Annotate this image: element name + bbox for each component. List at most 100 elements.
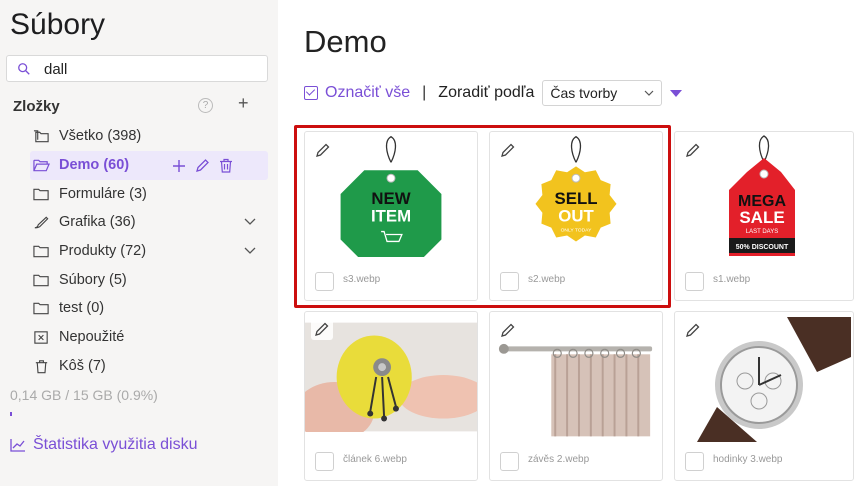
- folder-item-formulare[interactable]: Formuláre (3): [33, 182, 147, 206]
- folder-item-produkty[interactable]: Produkty (72): [33, 239, 146, 263]
- file-name: s1.webp: [713, 274, 751, 285]
- sidebar: Súbory Zložky ? + Všetko (398) Demo (60)…: [0, 0, 278, 486]
- help-icon[interactable]: ?: [198, 98, 213, 113]
- tag-text-1: NEW: [371, 189, 410, 208]
- folder-item-grafika[interactable]: Grafika (36): [33, 210, 136, 234]
- pencil-icon[interactable]: [500, 322, 516, 338]
- search-box[interactable]: [6, 55, 268, 82]
- pencil-icon[interactable]: [685, 322, 701, 338]
- folder-label: Kôš: [59, 358, 84, 374]
- file-thumbnail[interactable]: MEGA SALE LAST DAYS 50% DISCOUNT: [675, 132, 853, 257]
- file-select-checkbox[interactable]: [500, 452, 519, 471]
- file-card[interactable]: NEW ITEM s3.webp: [304, 131, 478, 301]
- file-thumbnail[interactable]: [675, 317, 853, 442]
- tag-text-3: ONLY TODAY: [561, 228, 593, 234]
- file-name: s3.webp: [343, 274, 381, 285]
- add-folder-button[interactable]: +: [238, 93, 249, 114]
- file-card[interactable]: MEGA SALE LAST DAYS 50% DISCOUNT s1.webp: [674, 131, 854, 301]
- file-card[interactable]: hodinky 3.webp: [674, 311, 854, 481]
- chart-line-icon: [10, 439, 25, 452]
- storage-usage-bar: [10, 412, 268, 416]
- tag-text-1: SELL: [555, 189, 598, 208]
- folder-label: Demo: [59, 157, 100, 173]
- folder-item-nepouzite[interactable]: Nepoužité: [33, 325, 124, 349]
- pencil-icon[interactable]: [685, 142, 701, 158]
- pencil-icon[interactable]: [315, 142, 331, 158]
- toolbar-separator: |: [422, 84, 427, 101]
- folder-label: Všetko: [59, 128, 104, 144]
- file-name: hodinky 3.webp: [713, 454, 783, 465]
- folder-icon: [33, 302, 49, 314]
- mega-sale-tag-image: MEGA SALE LAST DAYS 50% DISCOUNT: [729, 135, 795, 256]
- tag-text-4: 50% DISCOUNT: [736, 244, 789, 251]
- curtain-photo: [490, 322, 662, 437]
- folder-item-vsetko[interactable]: Všetko (398): [33, 124, 141, 148]
- chevron-down-icon[interactable]: [243, 246, 257, 256]
- folder-count: (7): [88, 358, 106, 374]
- file-select-checkbox[interactable]: [500, 272, 519, 291]
- folder-label: Produkty: [59, 243, 117, 259]
- pencil-icon[interactable]: [311, 318, 333, 340]
- chevron-down-icon[interactable]: [243, 217, 257, 227]
- trash-icon[interactable]: [219, 158, 233, 173]
- folder-count: (36): [109, 214, 136, 230]
- folders-icon: [33, 129, 49, 142]
- brush-icon: [34, 216, 49, 228]
- unused-box-icon: [34, 330, 48, 344]
- sort-select-value: Čas tvorby: [550, 85, 618, 101]
- page-title: Demo: [304, 24, 387, 59]
- file-name: závěs 2.webp: [528, 454, 590, 465]
- folder-actions: [172, 151, 233, 180]
- file-select-checkbox[interactable]: [685, 272, 704, 291]
- file-select-checkbox[interactable]: [315, 452, 334, 471]
- sort-select[interactable]: Čas tvorby: [542, 80, 663, 106]
- sort-order-toggle[interactable]: [670, 89, 683, 97]
- search-input[interactable]: [44, 59, 254, 79]
- watch-photo: [677, 317, 851, 442]
- folder-item-subory[interactable]: Súbory (5): [33, 268, 127, 292]
- tag-text-2: ITEM: [371, 207, 411, 226]
- folder-icon: [33, 188, 49, 200]
- folders-heading: Zložky: [13, 98, 60, 115]
- search-icon: [18, 63, 30, 75]
- sort-label: Zoradiť podľa: [438, 84, 535, 101]
- folder-count: (398): [107, 128, 142, 144]
- folder-label: test: [59, 300, 83, 316]
- file-name: s2.webp: [528, 274, 566, 285]
- folder-count: (5): [108, 272, 127, 288]
- folder-label: Formuláre: [59, 186, 126, 202]
- file-select-checkbox[interactable]: [685, 452, 704, 471]
- tag-text-2: SALE: [739, 208, 784, 227]
- folder-label: Grafika: [59, 214, 106, 230]
- folder-count: (0): [86, 300, 105, 316]
- storage-usage-fill: [10, 412, 13, 416]
- folder-icon: [33, 245, 49, 257]
- folder-label: Nepoužité: [59, 329, 125, 345]
- file-card[interactable]: SELL OUT ONLY TODAY s2.webp: [489, 131, 663, 301]
- folder-count: (3): [129, 186, 147, 202]
- disk-usage-stats-link[interactable]: Štatistika využitia disku: [10, 436, 198, 454]
- storage-usage-text: 0,14 GB / 15 GB (0.9%): [10, 387, 158, 403]
- file-name: článek 6.webp: [343, 454, 407, 465]
- pencil-icon[interactable]: [500, 142, 516, 158]
- sidebar-title: Súbory: [10, 8, 106, 41]
- folder-item-test[interactable]: test (0): [33, 296, 104, 320]
- toolbar: Označiť vše | Zoradiť podľa Čas tvorby: [304, 80, 683, 106]
- folder-item-demo[interactable]: Demo (60): [33, 153, 129, 177]
- file-thumbnail[interactable]: [490, 322, 662, 437]
- file-select-checkbox[interactable]: [315, 272, 334, 291]
- tag-text-2: OUT: [558, 207, 594, 226]
- file-card[interactable]: článek 6.webp: [304, 311, 478, 481]
- folder-icon: [33, 274, 49, 286]
- folder-item-kos[interactable]: Kôš (7): [33, 354, 106, 378]
- select-all-button[interactable]: Označiť vše: [325, 84, 410, 102]
- folder-count: (60): [103, 157, 130, 173]
- add-subfolder-icon[interactable]: [172, 159, 186, 173]
- folder-count: (72): [120, 243, 147, 259]
- folder-open-icon: [33, 159, 50, 171]
- select-all-checkbox[interactable]: [304, 86, 318, 100]
- pencil-icon[interactable]: [195, 158, 210, 173]
- file-card[interactable]: závěs 2.webp: [489, 311, 663, 481]
- chevron-down-icon: [644, 90, 654, 96]
- stats-link-label: Štatistika využitia disku: [33, 436, 198, 453]
